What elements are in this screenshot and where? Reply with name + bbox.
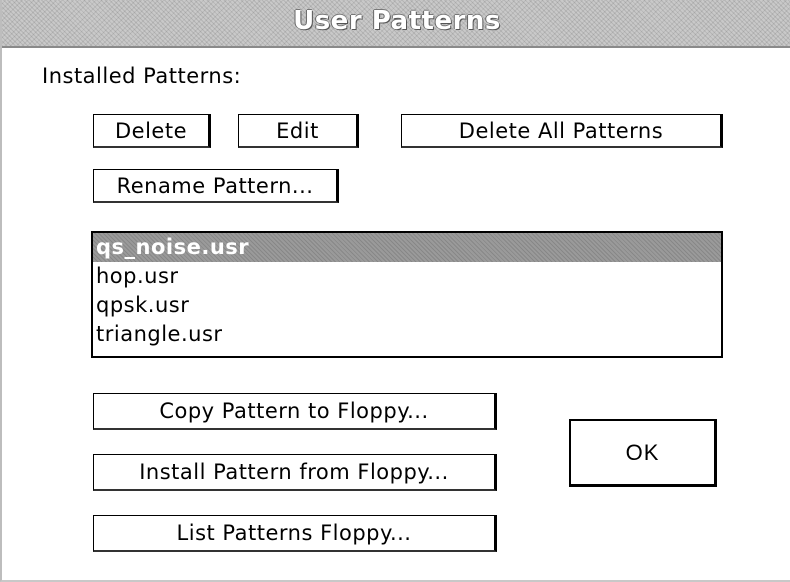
installed-patterns-list[interactable]: qs_noise.usr hop.usr qpsk.usr triangle.u… [91, 231, 723, 358]
install-pattern-from-floppy-button[interactable]: Install Pattern from Floppy... [93, 454, 497, 491]
delete-all-patterns-button[interactable]: Delete All Patterns [401, 114, 723, 148]
installed-patterns-label: Installed Patterns: [42, 64, 242, 88]
delete-button[interactable]: Delete [93, 114, 211, 148]
ok-button[interactable]: OK [569, 419, 717, 487]
list-patterns-floppy-button[interactable]: List Patterns Floppy... [93, 515, 497, 552]
title-bar[interactable]: User Patterns [2, 0, 790, 48]
copy-pattern-to-floppy-button[interactable]: Copy Pattern to Floppy... [93, 393, 497, 430]
user-patterns-dialog: User Patterns Installed Patterns: Delete… [0, 0, 790, 582]
edit-button[interactable]: Edit [238, 114, 359, 148]
list-item[interactable]: qpsk.usr [93, 291, 721, 320]
rename-pattern-button[interactable]: Rename Pattern... [93, 169, 339, 203]
list-item[interactable]: hop.usr [93, 262, 721, 291]
list-item[interactable]: triangle.usr [93, 320, 721, 349]
list-item[interactable]: qs_noise.usr [93, 233, 721, 262]
dialog-title: User Patterns [293, 6, 501, 36]
